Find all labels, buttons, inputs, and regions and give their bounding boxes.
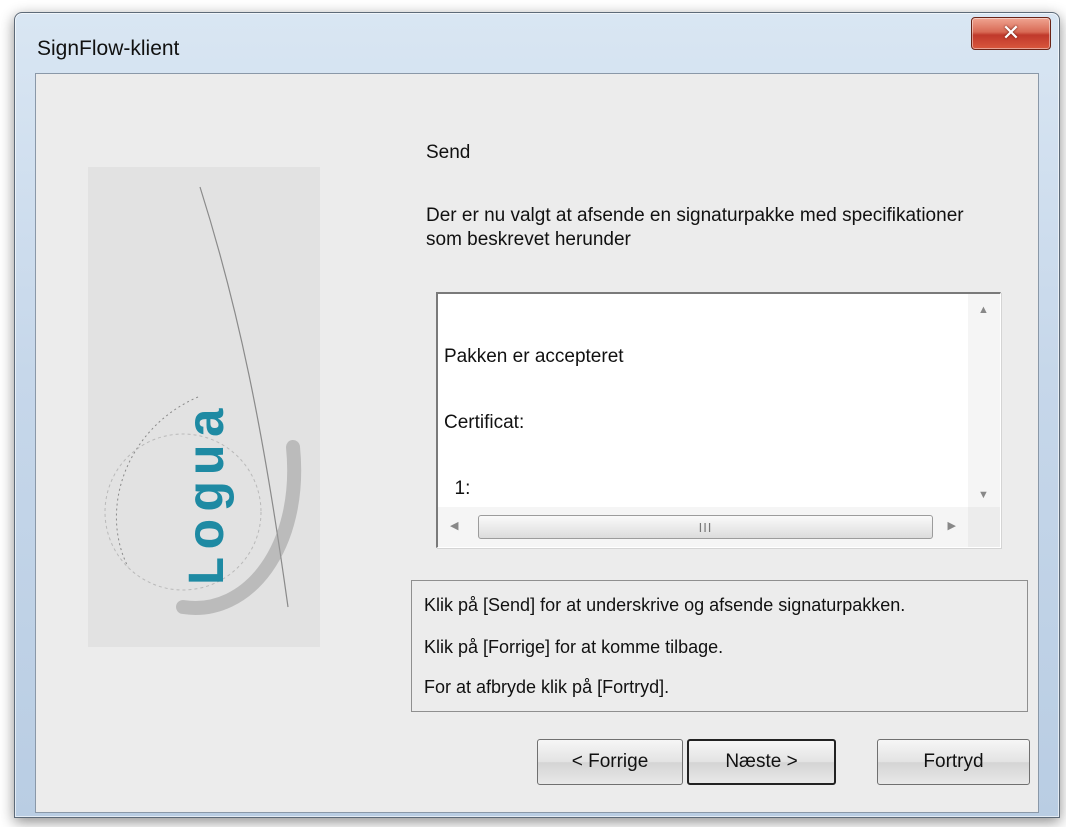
window-title: SignFlow-klient — [37, 37, 180, 60]
instruction-cancel: For at afbryde klik på [Fortryd]. — [424, 677, 670, 697]
logua-logo: Logua — [104, 186, 302, 615]
details-line: Certificat: — [444, 412, 525, 433]
instruction-send: Klik på [Send] for at underskrive og afs… — [424, 595, 906, 615]
scroll-right-icon[interactable]: ▶ — [948, 519, 956, 532]
scroll-up-icon[interactable]: ▲ — [978, 304, 989, 316]
instruction-back: Klik på [Forrige] for at komme tilbage. — [424, 637, 724, 657]
close-icon: ✕ — [1001, 21, 1021, 46]
vertical-scrollbar[interactable]: ▲ ▼ — [968, 294, 1000, 507]
back-button[interactable]: < Forrige — [537, 739, 683, 785]
next-button[interactable]: Næste > — [687, 739, 836, 785]
scrollbar-corner — [968, 507, 1000, 547]
details-line: 1: — [444, 478, 471, 499]
horizontal-scrollbar[interactable]: ◀ III ▶ — [438, 507, 968, 547]
scroll-down-icon[interactable]: ▼ — [978, 489, 989, 501]
details-listbox[interactable]: Pakken er accepteret Certificat: 1: ▲ ▼ … — [436, 292, 1001, 548]
scroll-left-icon[interactable]: ◀ — [450, 519, 458, 532]
cancel-button[interactable]: Fortryd — [877, 739, 1030, 785]
close-button[interactable]: ✕ — [971, 17, 1051, 50]
intro-text: Der er nu valgt at afsende en signaturpa… — [426, 205, 964, 250]
page-heading: Send — [426, 142, 471, 163]
logo-panel: Logua — [88, 167, 320, 647]
details-line: Pakken er accepteret — [444, 346, 624, 367]
instructions-box: Klik på [Send] for at underskrive og afs… — [411, 580, 1028, 712]
title-bar[interactable]: SignFlow-klient ✕ — [15, 13, 1059, 73]
horizontal-scroll-thumb[interactable]: III — [478, 515, 933, 539]
logo-wordmark: Logua — [180, 401, 239, 587]
scroll-grip-icon: III — [698, 519, 713, 535]
